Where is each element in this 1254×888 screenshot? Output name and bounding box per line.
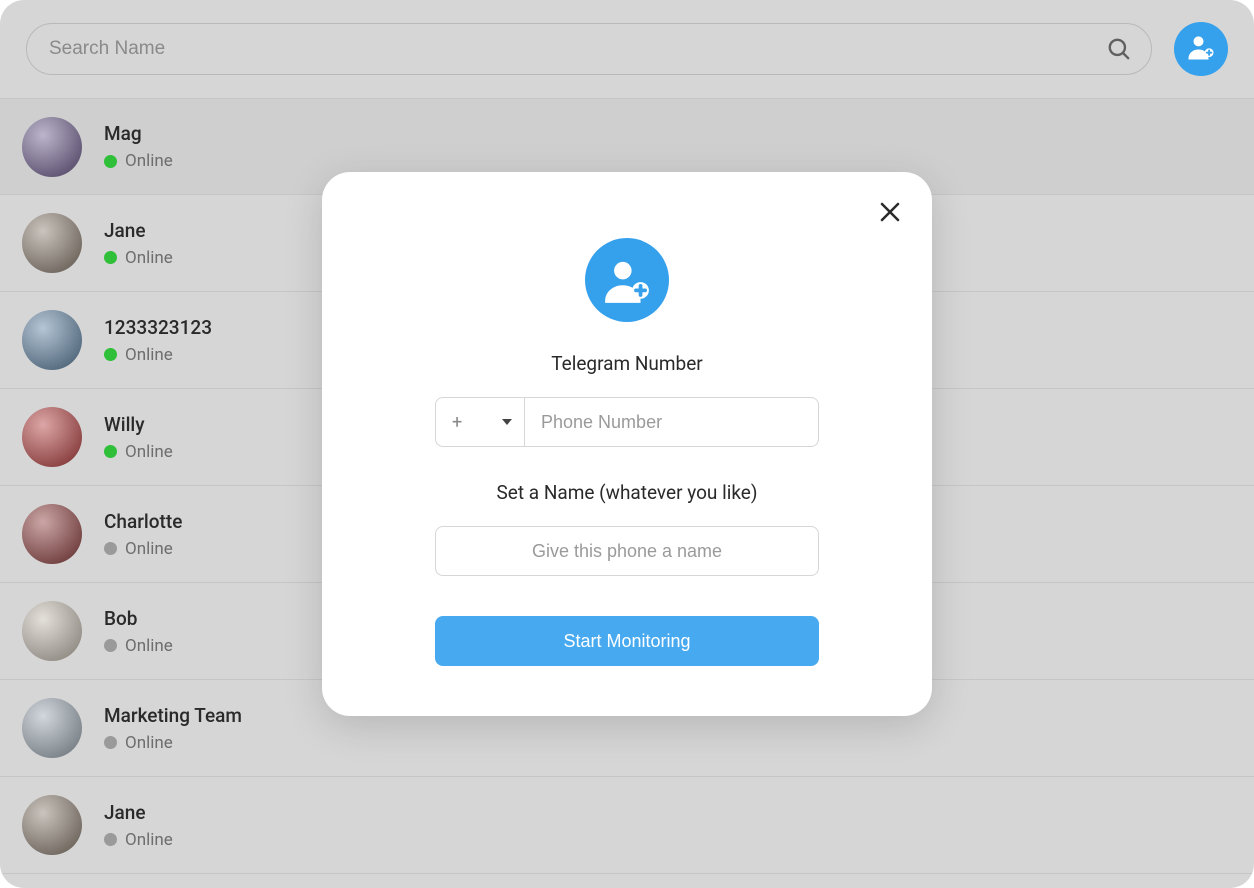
add-user-icon (1186, 32, 1216, 66)
close-icon[interactable] (878, 200, 902, 228)
contact-name: Jane (104, 219, 173, 242)
status-dot-offline-icon (104, 639, 117, 652)
contact-info: Charlotte Online (104, 510, 182, 559)
add-user-button[interactable] (1174, 22, 1228, 76)
status-dot-online-icon (104, 155, 117, 168)
contact-row[interactable]: Jane Online (0, 777, 1254, 874)
contact-name: Jane (104, 801, 173, 824)
status-text: Online (125, 442, 173, 462)
phone-row: + (435, 397, 819, 447)
topbar (0, 0, 1254, 98)
telegram-number-label: Telegram Number (551, 352, 703, 375)
status-text: Online (125, 733, 173, 753)
set-name-label: Set a Name (whatever you like) (497, 481, 758, 504)
avatar (22, 601, 82, 661)
phone-name-input[interactable] (435, 526, 819, 576)
status-dot-online-icon (104, 348, 117, 361)
search-wrap (26, 23, 1152, 75)
status-text: Online (125, 636, 173, 656)
avatar (22, 795, 82, 855)
status-row: Online (104, 248, 173, 268)
status-row: Online (104, 830, 173, 850)
avatar (22, 504, 82, 564)
status-dot-offline-icon (104, 736, 117, 749)
status-row: Online (104, 151, 173, 171)
status-dot-online-icon (104, 251, 117, 264)
start-monitoring-button[interactable]: Start Monitoring (435, 616, 819, 666)
avatar (22, 310, 82, 370)
chevron-down-icon (502, 419, 512, 425)
contact-info: 1233323123 Online (104, 316, 212, 365)
contact-name: Willy (104, 413, 173, 436)
avatar (22, 213, 82, 273)
country-code-select[interactable]: + (435, 397, 525, 447)
add-number-modal: Telegram Number + Set a Name (whatever y… (322, 172, 932, 716)
status-row: Online (104, 539, 182, 559)
contact-info: Willy Online (104, 413, 173, 462)
avatar (22, 117, 82, 177)
start-monitoring-label: Start Monitoring (563, 631, 690, 652)
contact-name: 1233323123 (104, 316, 212, 339)
status-row: Online (104, 733, 242, 753)
status-row: Online (104, 636, 173, 656)
status-dot-online-icon (104, 445, 117, 458)
status-row: Online (104, 442, 173, 462)
contact-name: Charlotte (104, 510, 182, 533)
status-text: Online (125, 830, 173, 850)
status-text: Online (125, 539, 173, 559)
search-input[interactable] (26, 23, 1152, 75)
status-text: Online (125, 345, 173, 365)
status-text: Online (125, 151, 173, 171)
contact-name: Mag (104, 122, 173, 145)
app-root: MagOnlineJaneOnline1233323123OnlineWilly… (0, 0, 1254, 888)
avatar (22, 407, 82, 467)
search-icon[interactable] (1106, 36, 1132, 62)
modal-user-icon (585, 238, 669, 322)
phone-number-input[interactable] (525, 397, 819, 447)
contact-name: Bob (104, 607, 173, 630)
contact-name: Marketing Team (104, 704, 242, 727)
country-prefix: + (452, 412, 462, 433)
contact-info: Jane Online (104, 801, 173, 850)
contact-info: Jane Online (104, 219, 173, 268)
contact-info: Marketing Team Online (104, 704, 242, 753)
contact-info: Mag Online (104, 122, 173, 171)
status-dot-offline-icon (104, 833, 117, 846)
status-dot-offline-icon (104, 542, 117, 555)
avatar (22, 698, 82, 758)
status-row: Online (104, 345, 212, 365)
status-text: Online (125, 248, 173, 268)
contact-info: Bob Online (104, 607, 173, 656)
